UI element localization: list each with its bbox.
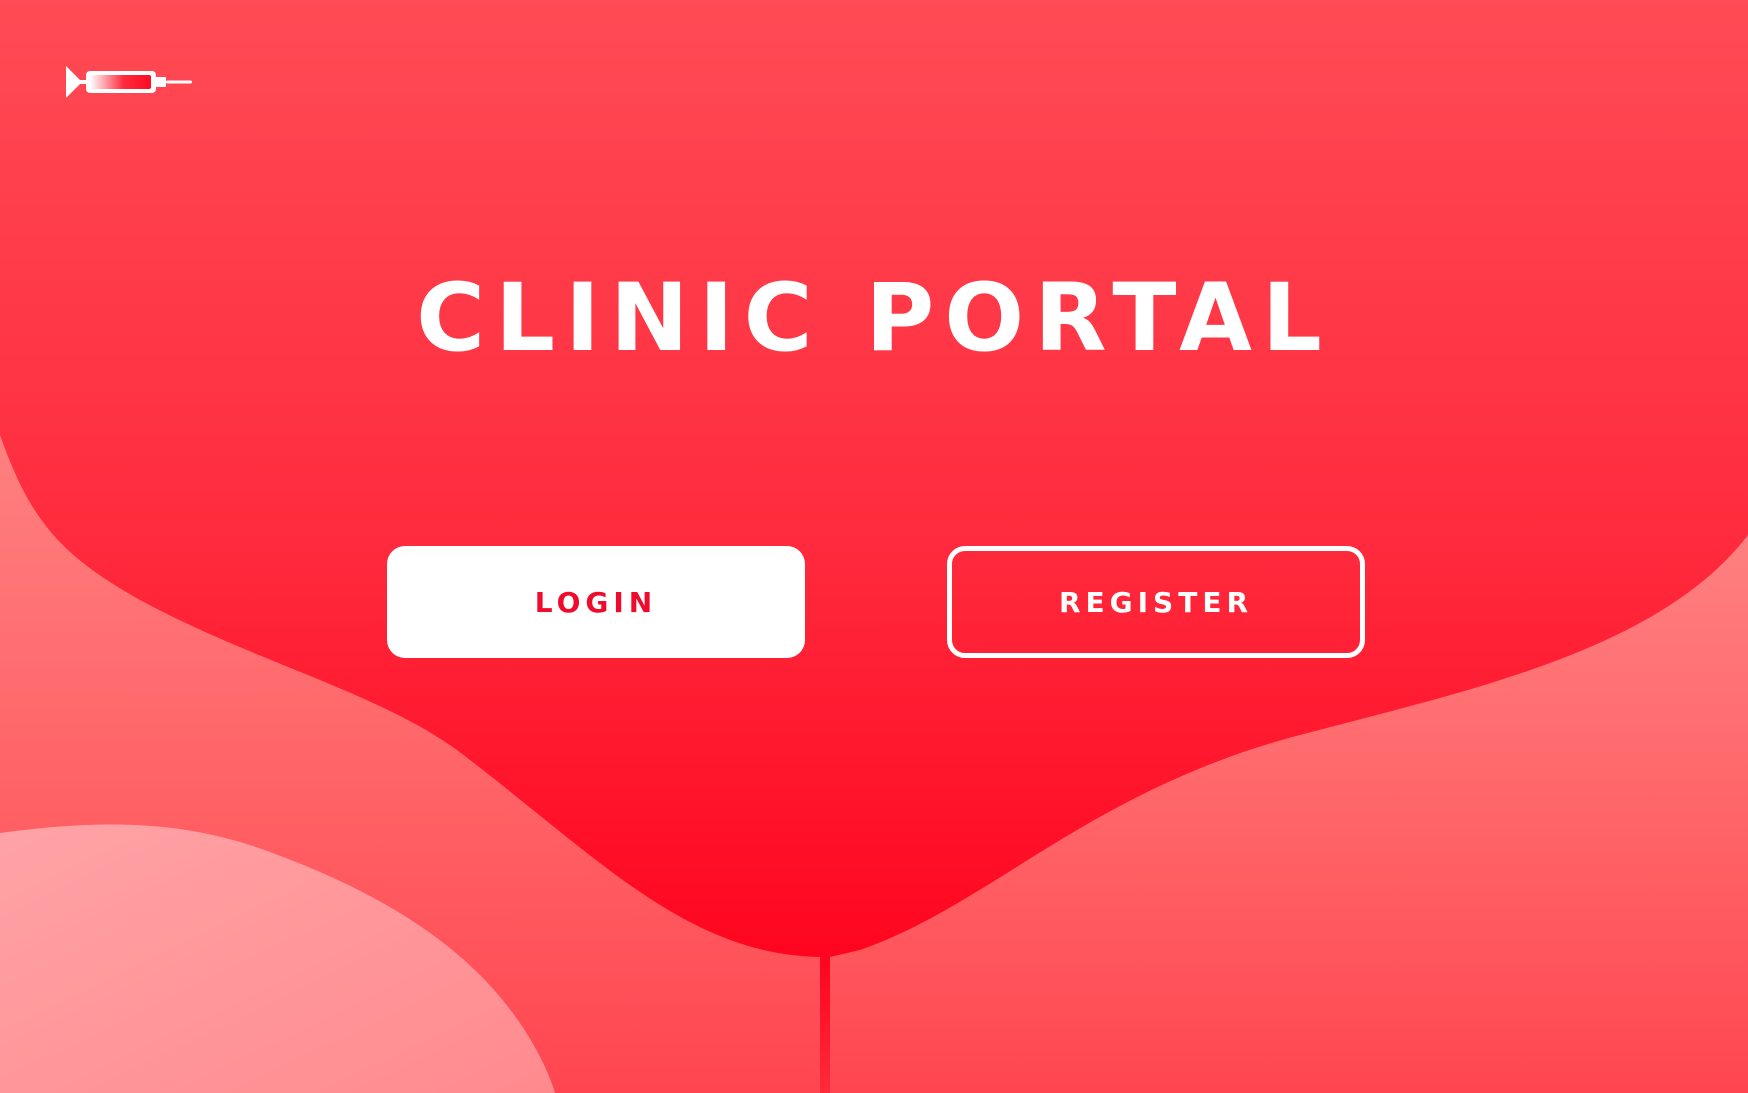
syringe-logo-icon[interactable] [64,62,194,102]
clinic-portal-screen: CLINIC PORTAL LOGIN REGISTER [0,0,1748,1093]
register-button[interactable]: REGISTER [947,546,1365,658]
page-title: CLINIC PORTAL [416,264,1332,373]
login-button[interactable]: LOGIN [387,546,805,658]
background-waves [0,0,1748,1093]
